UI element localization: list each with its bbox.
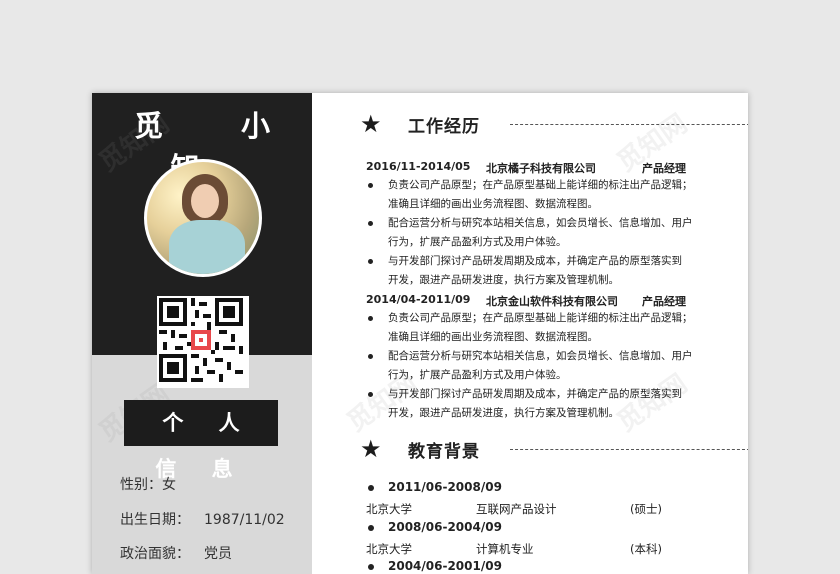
info-value: 党员 bbox=[204, 546, 232, 562]
bullet-icon bbox=[368, 259, 373, 264]
edu-degree: (硕士) bbox=[630, 502, 662, 516]
bullet-icon bbox=[368, 221, 373, 226]
bullet-line: 负责公司产品原型；在产品原型基础上能详细的标注出产品逻辑； bbox=[388, 312, 693, 324]
job-bullet: 负责公司产品原型；在产品原型基础上能详细的标注出产品逻辑； 准确且详细的画出业务… bbox=[368, 309, 718, 347]
job-dates: 2014/04-2011/09 bbox=[366, 293, 471, 306]
info-label: 出生日期： bbox=[120, 512, 190, 528]
bullet-line: 行为，扩展产品盈利方式及用户体验。 bbox=[388, 369, 567, 381]
work-heading: ★ 工作经历 bbox=[360, 110, 748, 138]
bullet-icon bbox=[368, 392, 373, 397]
bullet-line: 与开发部门探讨产品研发周期及成本，并确定产品的原型落实到 bbox=[388, 255, 682, 267]
divider bbox=[510, 449, 748, 450]
bullet-icon bbox=[368, 183, 373, 188]
job-bullet: 配合运营分析与研究本站相关信息，如会员增长、信息增加、用户 行为，扩展产品盈利方… bbox=[368, 347, 718, 385]
edu-school: 北京大学 bbox=[366, 502, 412, 516]
info-politics: 政治面貌： 党员 bbox=[120, 543, 232, 563]
bullet-icon bbox=[368, 316, 373, 321]
bullet-icon bbox=[368, 485, 374, 491]
bullet-line: 准确且详细的画出业务流程图、数据流程图。 bbox=[388, 331, 598, 343]
edu-degree: (本科) bbox=[630, 542, 662, 556]
edu-major: 计算机专业 bbox=[476, 542, 534, 556]
edu-dates: 2008/06-2004/09 bbox=[368, 520, 502, 534]
edu-school: 北京大学 bbox=[366, 542, 412, 556]
edu-dates: 2011/06-2008/09 bbox=[368, 480, 502, 494]
info-label: 政治面貌： bbox=[120, 546, 190, 562]
bullet-line: 开发，跟进产品研发进度，执行方案及管理机制。 bbox=[388, 407, 619, 419]
bullet-icon bbox=[368, 525, 374, 531]
job-bullet: 负责公司产品原型；在产品原型基础上能详细的标注出产品逻辑； 准确且详细的画出业务… bbox=[368, 176, 718, 214]
job-bullet: 与开发部门探讨产品研发周期及成本，并确定产品的原型落实到 开发，跟进产品研发进度… bbox=[368, 385, 718, 423]
info-label: 性别： bbox=[120, 477, 162, 493]
bullet-line: 负责公司产品原型；在产品原型基础上能详细的标注出产品逻辑； bbox=[388, 179, 693, 191]
info-birthdate: 出生日期： 1987/11/02 bbox=[120, 509, 285, 529]
bullet-line: 配合运营分析与研究本站相关信息，如会员增长、信息增加、用户 bbox=[388, 350, 693, 362]
divider bbox=[510, 124, 748, 125]
bullet-line: 开发，跟进产品研发进度，执行方案及管理机制。 bbox=[388, 274, 619, 286]
info-value: 女 bbox=[162, 477, 176, 493]
job-company: 北京橘子科技有限公司 bbox=[486, 162, 596, 175]
star-icon: ★ bbox=[360, 435, 382, 463]
edu-dates: 2004/06-2001/09 bbox=[368, 559, 502, 573]
job-dates: 2016/11-2014/05 bbox=[366, 160, 471, 173]
resume-page: 觅知网 觅知网 觅知网 觅知网 觅知网 觅 小 知 bbox=[92, 93, 748, 574]
qr-code-icon bbox=[157, 296, 249, 388]
job-company: 北京金山软件科技有限公司 bbox=[486, 295, 618, 308]
education-title: 教育背景 bbox=[408, 441, 480, 462]
edu-major: 互联网产品设计 bbox=[476, 502, 557, 516]
personal-info-heading: 个 人 信 息 bbox=[124, 400, 278, 481]
right-column: ★ 工作经历 2016/11-2014/05 北京橘子科技有限公司 产品经理 负… bbox=[312, 93, 748, 574]
bullet-icon bbox=[368, 354, 373, 359]
job-bullet: 配合运营分析与研究本站相关信息，如会员增长、信息增加、用户 行为，扩展产品盈利方… bbox=[368, 214, 718, 252]
bullet-icon bbox=[368, 564, 374, 570]
bullet-line: 行为，扩展产品盈利方式及用户体验。 bbox=[388, 236, 567, 248]
job-position: 产品经理 bbox=[642, 162, 686, 175]
job-position: 产品经理 bbox=[642, 295, 686, 308]
bullet-line: 配合运营分析与研究本站相关信息，如会员增长、信息增加、用户 bbox=[388, 217, 693, 229]
work-title: 工作经历 bbox=[408, 116, 480, 137]
education-heading: ★ 教育背景 bbox=[360, 435, 748, 463]
info-gender: 性别：女 bbox=[120, 474, 176, 494]
avatar bbox=[144, 159, 262, 277]
job-bullet: 与开发部门探讨产品研发周期及成本，并确定产品的原型落实到 开发，跟进产品研发进度… bbox=[368, 252, 718, 290]
bullet-line: 准确且详细的画出业务流程图、数据流程图。 bbox=[388, 198, 598, 210]
info-value: 1987/11/02 bbox=[204, 512, 285, 528]
star-icon: ★ bbox=[360, 110, 382, 138]
bullet-line: 与开发部门探讨产品研发周期及成本，并确定产品的原型落实到 bbox=[388, 388, 682, 400]
